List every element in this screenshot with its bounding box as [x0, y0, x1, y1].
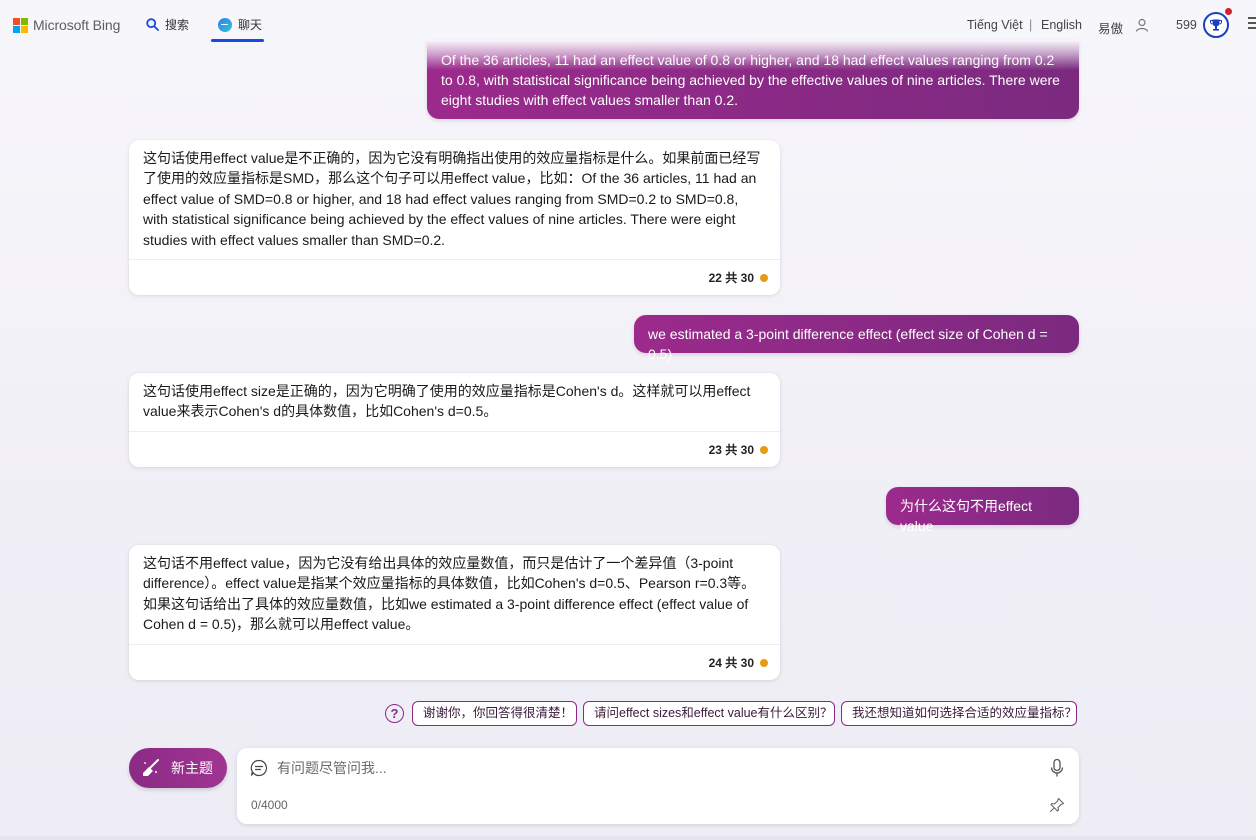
user-message-3-text: 为什么这句不用effect value — [900, 498, 1032, 534]
broom-icon — [143, 759, 159, 776]
bot-message-2-text: 这句话使用effect size是正确的，因为它明确了使用的效应量指标是Cohe… — [143, 383, 751, 420]
bot-message-3-footer: 24 共 30 — [129, 644, 780, 680]
user-message-2-text: we estimated a 3-point difference effect… — [648, 326, 1048, 362]
new-topic-button[interactable]: 新主题 — [129, 748, 227, 788]
pin-icon[interactable] — [1049, 797, 1065, 813]
bot-message-3-text: 这句话不用effect value，因为它没有给出具体的效应量数值，而只是估计了… — [143, 555, 756, 633]
tab-search[interactable]: 搜索 — [146, 16, 189, 33]
language-english-link[interactable]: English — [1041, 18, 1082, 32]
user-message-1: Of the 36 articles, 11 had an effect val… — [427, 40, 1079, 119]
search-icon — [146, 18, 159, 31]
turn-counter: 24 共 30 — [708, 656, 754, 670]
top-bar: Microsoft Bing 搜索 聊天 Tiếng Việt | Englis… — [0, 0, 1256, 50]
turn-counter: 23 共 30 — [708, 443, 754, 457]
user-name[interactable]: 易傲 — [1098, 18, 1123, 37]
chat-input-icon — [250, 759, 267, 777]
bot-message-2-footer: 23 共 30 — [129, 431, 780, 467]
microsoft-logo-icon — [13, 17, 28, 33]
trophy-glyph-icon — [1210, 19, 1222, 31]
suggestion-chip-2[interactable]: 请问effect sizes和effect value有什么区别？ — [583, 701, 835, 726]
bot-message-3: 这句话不用effect value，因为它没有给出具体的效应量数值，而只是估计了… — [129, 545, 780, 680]
new-topic-label: 新主题 — [171, 760, 213, 776]
turn-status-dot — [760, 445, 768, 454]
menu-icon[interactable] — [1248, 17, 1256, 31]
suggestion-chip-3[interactable]: 我还想知道如何选择合适的效应量指标？ — [841, 701, 1077, 726]
tab-chat-label: 聊天 — [238, 18, 263, 32]
logo-text: Microsoft Bing — [33, 17, 121, 33]
bot-message-2: 这句话使用effect size是正确的，因为它明确了使用的效应量指标是Cohe… — [129, 373, 780, 467]
language-separator: | — [1029, 18, 1033, 32]
language-current[interactable]: Tiếng Việt — [967, 18, 1023, 32]
bot-message-1-footer: 22 共 30 — [129, 259, 780, 295]
bot-message-1: 这句话使用effect value是不正确的，因为它没有明确指出使用的效应量指标… — [129, 140, 780, 295]
mic-icon[interactable] — [1049, 758, 1065, 778]
bottom-edge — [0, 836, 1256, 840]
tab-chat[interactable]: 聊天 — [218, 16, 262, 33]
active-tab-indicator — [211, 39, 264, 42]
rewards-points[interactable]: 599 — [1176, 18, 1197, 32]
tab-search-label: 搜索 — [165, 18, 190, 32]
chat-input[interactable] — [277, 757, 1017, 779]
user-icon[interactable] — [1134, 17, 1150, 33]
turn-counter: 22 共 30 — [708, 271, 754, 285]
char-counter: 0/4000 — [251, 798, 288, 812]
trophy-icon[interactable] — [1203, 12, 1229, 38]
suggestion-chip-1[interactable]: 谢谢你，你回答得很清楚！ — [412, 701, 577, 726]
bing-logo[interactable]: Microsoft Bing — [13, 17, 120, 33]
user-message-1-text: Of the 36 articles, 11 had an effect val… — [441, 52, 1060, 108]
turn-status-dot — [760, 273, 768, 282]
turn-status-dot — [760, 658, 768, 667]
bot-message-1-text: 这句话使用effect value是不正确的，因为它没有明确指出使用的效应量指标… — [143, 150, 761, 248]
chat-icon — [218, 17, 232, 32]
help-icon[interactable]: ? — [385, 704, 404, 723]
user-message-3: 为什么这句不用effect value — [886, 487, 1079, 534]
notification-dot — [1225, 8, 1232, 15]
chat-composer: 0/4000 — [237, 748, 1079, 824]
user-message-2: we estimated a 3-point difference effect… — [634, 315, 1079, 362]
